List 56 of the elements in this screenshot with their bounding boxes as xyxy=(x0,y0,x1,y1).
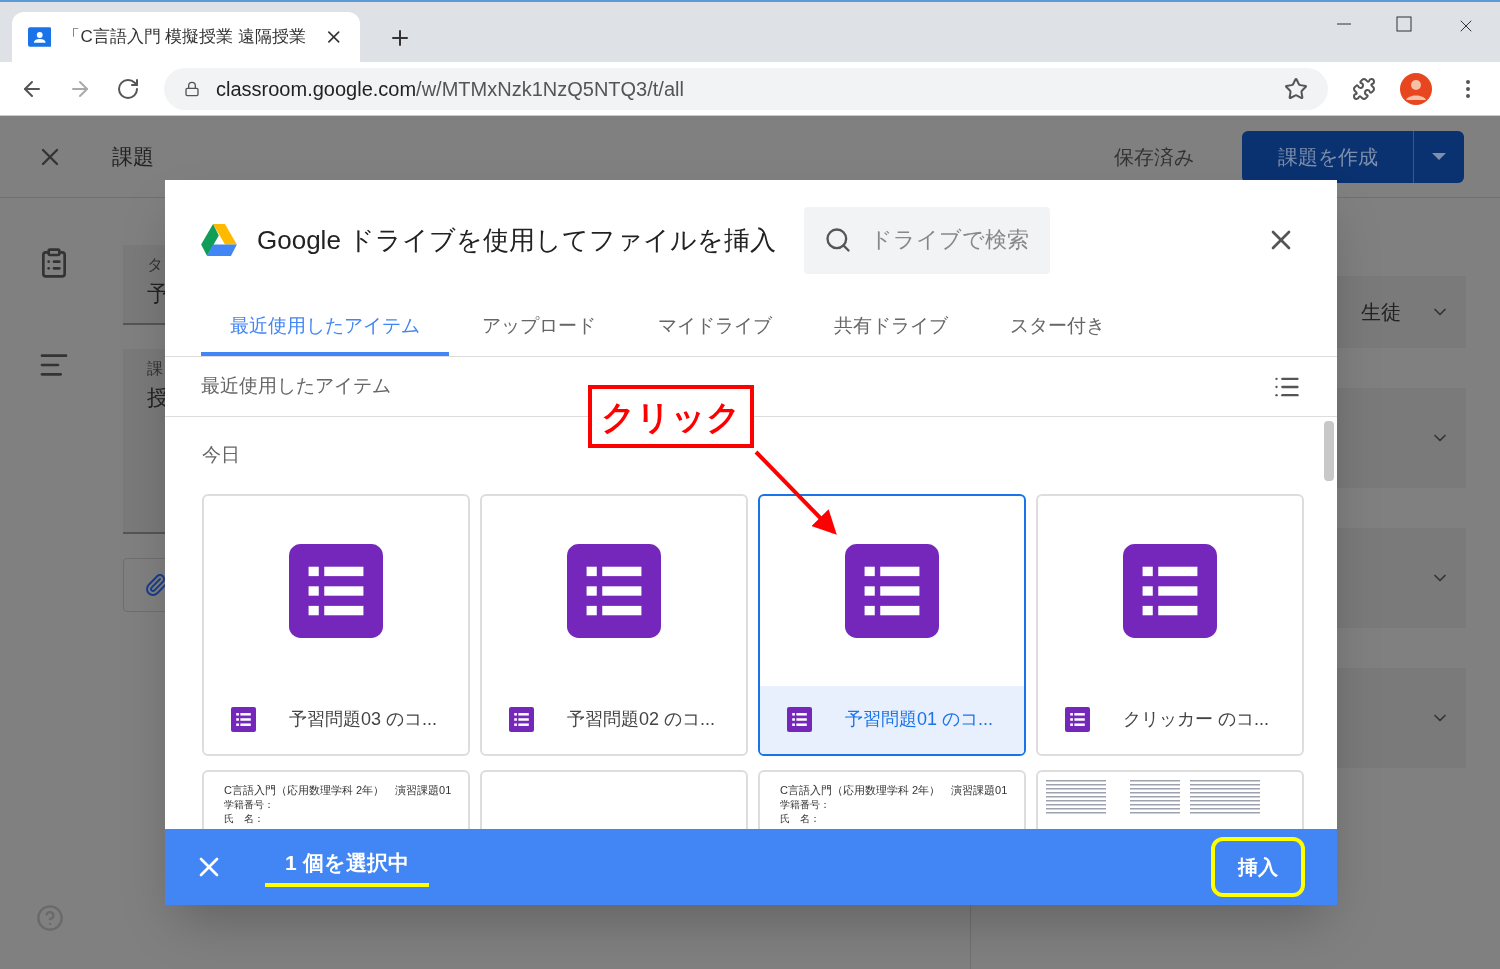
insert-button[interactable]: 挿入 xyxy=(1211,837,1305,897)
forms-icon xyxy=(1065,707,1090,732)
search-field[interactable]: ドライブで検索 xyxy=(804,206,1051,274)
reload-icon[interactable] xyxy=(116,76,140,101)
forms-icon xyxy=(1123,543,1217,638)
file-card[interactable]: 予習問題02 のコ... xyxy=(480,493,748,756)
lock-icon xyxy=(184,80,200,97)
field-label: タ xyxy=(147,255,163,275)
file-card[interactable]: クリッカー のコ... xyxy=(1036,493,1304,756)
create-split-button[interactable]: 課題を作成 xyxy=(1242,130,1464,183)
attach-icon xyxy=(144,573,168,597)
document-line: 学籍番号： xyxy=(780,798,831,811)
forms-icon xyxy=(567,543,661,638)
click-callout: クリック xyxy=(588,385,754,448)
group-label: 今日 xyxy=(202,443,241,467)
section-title: 最近使用したアイテム xyxy=(201,374,391,399)
forms-icon xyxy=(231,707,256,732)
dialog-tab[interactable]: 最近使用したアイテム xyxy=(201,300,449,356)
dropdown-value: 生徒 xyxy=(1361,300,1401,325)
document-heading: C言語入門（応用数理学科 2年） 演習課題01 xyxy=(224,783,453,797)
file-name: 予習問題02 のコ... xyxy=(567,708,716,731)
selection-count: 1 個を選択中 xyxy=(265,847,429,887)
url-text: classroom.google.com/w/MTMxNzk1NzQ5NTQ3/t/all xyxy=(216,76,685,102)
forms-icon xyxy=(289,543,383,638)
dialog-tab[interactable]: マイドライブ xyxy=(629,300,801,356)
forms-icon xyxy=(845,543,939,638)
file-name: 予習問題01 のコ... xyxy=(845,708,994,731)
dialog-tab[interactable]: 共有ドライブ xyxy=(805,300,977,356)
file-card[interactable]: 予習問題03 のコ... xyxy=(202,493,470,756)
document-line: 学籍番号： xyxy=(224,798,275,811)
forms-icon xyxy=(787,707,812,732)
dialog-tab[interactable]: スター付き xyxy=(981,300,1134,356)
saved-status: 保存済み xyxy=(1114,144,1194,170)
drive-logo-icon xyxy=(201,224,237,256)
address-bar[interactable]: classroom.google.com/w/MTMxNzk1NzQ5NTQ3/t/all xyxy=(164,67,1328,110)
file-name: クリッカー のコ... xyxy=(1123,708,1269,731)
dialog-tab[interactable]: アップロード xyxy=(453,300,625,356)
extensions-icon[interactable] xyxy=(1352,76,1376,101)
file-name: 予習問題03 のコ... xyxy=(289,708,438,731)
forms-icon xyxy=(509,707,534,732)
browser-tab[interactable]: 「C言語入門 模擬授業 遠隔授業 xyxy=(12,12,360,62)
scrollbar[interactable] xyxy=(1324,421,1334,481)
bookmark-star-icon[interactable] xyxy=(1284,76,1308,101)
tab-title: 「C言語入門 模擬授業 遠隔授業 xyxy=(63,26,308,49)
search-icon xyxy=(824,225,853,254)
classroom-icon xyxy=(28,25,52,49)
dialog-title: Google ドライブを使用してファイルを挿入 xyxy=(257,223,777,257)
maximize-icon[interactable] xyxy=(1396,16,1412,32)
document-heading: C言語入門（応用数理学科 2年） 演習課題01 xyxy=(780,783,1009,797)
file-card[interactable]: 予習問題01 のコ... xyxy=(758,493,1026,756)
dropdown-icon[interactable] xyxy=(1432,153,1446,160)
document-line: 氏 名： xyxy=(780,812,821,825)
field-label: 課 xyxy=(147,359,163,379)
avatar-icon[interactable] xyxy=(1400,72,1432,105)
document-line: 氏 名： xyxy=(224,812,265,825)
page-title: 課題 xyxy=(112,143,155,170)
